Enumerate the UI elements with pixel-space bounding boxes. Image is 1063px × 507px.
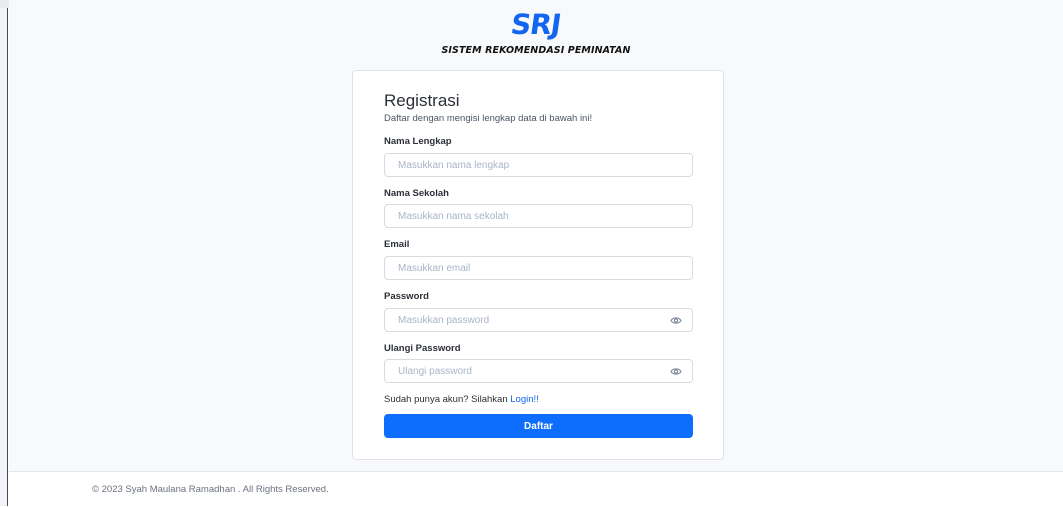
login-prompt-text: Sudah punya akun? Silahkan [384,394,508,405]
logo: SRJ [9,8,1063,41]
email-input[interactable] [384,256,693,280]
password-label: Password [384,291,429,302]
register-button[interactable]: Daftar [384,414,693,438]
main-area: SRJ SISTEM REKOMENDASI PEMINATAN Registr… [9,0,1063,471]
login-link[interactable]: Login!! [510,394,539,405]
eye-icon[interactable] [669,313,683,327]
password-input[interactable] [384,308,693,332]
login-prompt: Sudah punya akun? Silahkan Login!! [384,394,539,405]
confirm-password-label: Ulangi Password [384,343,461,354]
eye-icon[interactable] [669,364,683,378]
school-name-label: Nama Sekolah [384,188,449,199]
page-title: Registrasi [384,91,460,110]
email-label: Email [384,239,410,250]
full-name-input[interactable] [384,153,693,177]
logo-tagline: SISTEM REKOMENDASI PEMINATAN [441,45,631,56]
footer-copyright: © 2023 Syah Maulana Ramadhan . All Right… [92,484,329,495]
logo-mark: SRJ [509,8,563,41]
school-name-input[interactable] [384,204,693,228]
page-subtitle: Daftar dengan mengisi lengkap data di ba… [384,113,593,124]
confirm-password-input[interactable] [384,359,693,383]
full-name-label: Nama Lengkap [384,136,452,147]
window-left-edge [0,0,8,506]
registration-card: Registrasi Daftar dengan mengisi lengkap… [352,70,724,460]
footer: © 2023 Syah Maulana Ramadhan . All Right… [9,471,1063,507]
